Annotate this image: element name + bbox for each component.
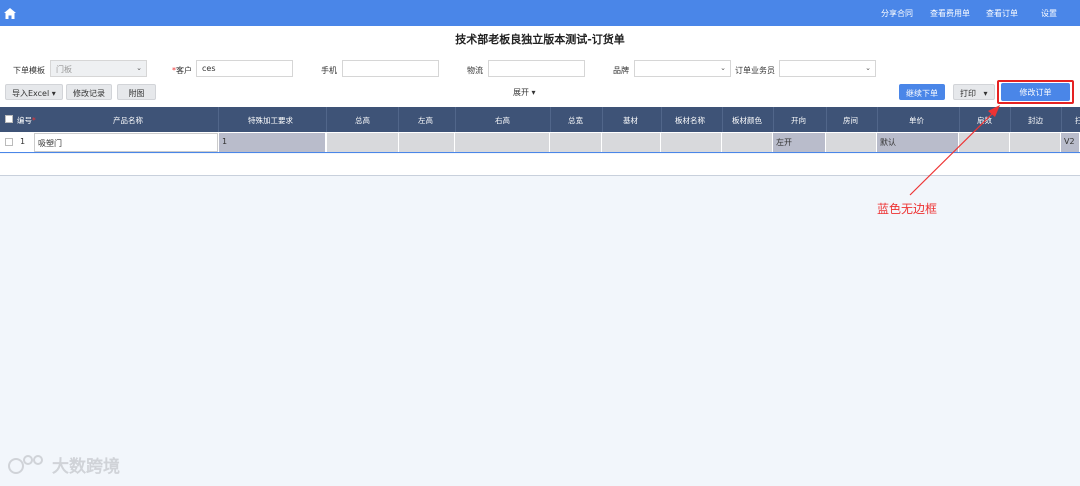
logistics-label: 物流 — [467, 66, 483, 75]
cell-special-processing[interactable]: 1 — [219, 133, 326, 152]
header-base-material: 基材 — [623, 116, 638, 125]
customer-input[interactable]: ces — [196, 60, 293, 77]
header-board-name: 板材名称 — [675, 116, 705, 125]
expand-label: 展开 — [513, 88, 529, 97]
template-label: 下单模板 — [13, 66, 45, 75]
customer-label: *客户 — [172, 65, 192, 76]
chevron-down-icon: ⌄ — [136, 64, 142, 72]
cell-right-height[interactable] — [455, 133, 550, 152]
header-number: 编号* — [17, 116, 36, 125]
phone-input[interactable] — [342, 60, 439, 77]
template-value: 门板 — [56, 65, 72, 74]
import-excel-button[interactable]: 导入Excel ▾ — [5, 84, 63, 100]
annotation-text: 蓝色无边框 — [877, 202, 938, 216]
cell-total-width[interactable] — [550, 133, 602, 152]
cell-opening-direction[interactable]: 左开 — [773, 133, 826, 152]
watermark-logo-icon — [8, 455, 43, 474]
nav-settings[interactable]: 设置 — [1041, 8, 1057, 19]
home-icon[interactable] — [4, 8, 16, 19]
header-board-color: 板材颜色 — [732, 116, 762, 125]
top-navigation-bar: 分享合同 查看费用单 查看订单 设置 — [0, 0, 1080, 26]
header-edge-banding: 封边 — [1028, 116, 1043, 125]
header-product-name: 产品名称 — [113, 116, 143, 125]
header-last: 扫 — [1075, 116, 1080, 125]
header-total-width: 总宽 — [568, 116, 583, 125]
cell-board-name[interactable] — [661, 133, 722, 152]
watermark-text: 大数跨境 — [52, 457, 120, 477]
cell-base-material[interactable] — [602, 133, 661, 152]
nav-share-contract[interactable]: 分享合同 — [881, 8, 913, 19]
modify-records-button[interactable]: 修改记录 — [66, 84, 112, 100]
cell-last[interactable]: V2 — [1061, 133, 1080, 152]
cell-edge-banding[interactable] — [1010, 133, 1061, 152]
header-total-height: 总高 — [355, 116, 370, 125]
nav-view-expense[interactable]: 查看费用单 — [930, 8, 970, 19]
cell-room[interactable] — [826, 133, 877, 152]
caret-down-icon: ▾ — [51, 89, 56, 98]
header-special-processing: 特殊加工要求 — [248, 116, 293, 125]
header-opening-direction: 开向 — [791, 116, 806, 125]
expand-toggle[interactable]: 展开 ▾ — [513, 87, 536, 98]
logistics-input[interactable] — [488, 60, 585, 77]
cell-left-height[interactable] — [399, 133, 455, 152]
annotation-arrow — [909, 105, 1000, 196]
select-all-checkbox[interactable] — [5, 115, 13, 123]
caret-down-icon: ▾ — [531, 88, 536, 97]
cell-board-color[interactable] — [722, 133, 773, 152]
import-excel-label: 导入Excel — [12, 89, 50, 98]
brand-label: 品牌 — [613, 66, 629, 75]
customer-label-text: 客户 — [176, 66, 192, 75]
salesman-label: 订单业务员 — [735, 66, 775, 75]
salesman-select[interactable]: ⌄ — [779, 60, 876, 77]
phone-label: 手机 — [321, 66, 337, 75]
page-title: 技术部老板良独立版本测试-订货单 — [455, 33, 625, 46]
header-left-height: 左高 — [418, 116, 433, 125]
chevron-down-icon: ⌄ — [865, 64, 871, 72]
chevron-down-icon: ⌄ — [720, 64, 726, 72]
row-checkbox[interactable] — [5, 138, 13, 146]
brand-select[interactable]: ⌄ — [634, 60, 731, 77]
cell-number: 1 — [17, 133, 33, 152]
customer-value: ces — [202, 64, 216, 73]
nav-view-orders[interactable]: 查看订单 — [986, 8, 1018, 19]
attachment-button[interactable]: 附图 — [117, 84, 156, 100]
cell-product-name[interactable]: 吸塑门 — [34, 133, 218, 152]
cell-total-height[interactable] — [327, 133, 399, 152]
header-room: 房间 — [843, 116, 858, 125]
header-right-height: 右高 — [495, 116, 510, 125]
template-select[interactable]: 门板 ⌄ — [50, 60, 147, 77]
